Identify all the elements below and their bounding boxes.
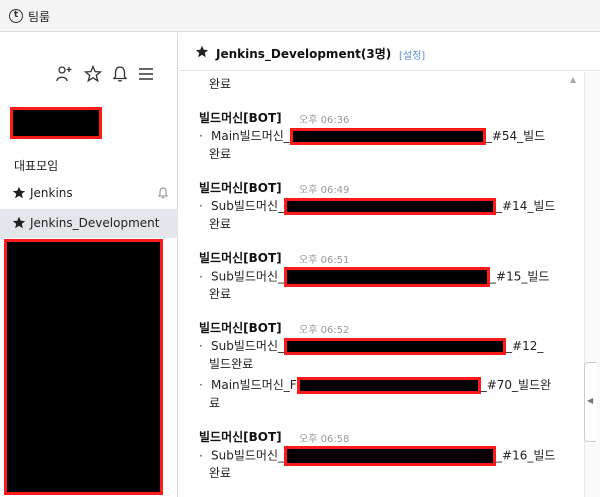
- message-time: 오후 06:49: [299, 185, 350, 196]
- message-fragment: 완료: [209, 77, 232, 91]
- message-list: 완료 빌드머신[BOT] 오후 06:36 · Main빌드머신_ _#54_빌드 …: [179, 72, 584, 497]
- sidebar: 대표모임 Jenkins Jenkins_Development: [0, 33, 178, 497]
- room-item-jenkins-development[interactable]: Jenkins_Development: [0, 209, 178, 238]
- message-line: 완료: [209, 287, 232, 301]
- message-line: · Main빌드머신_F _#70_빌드완: [199, 377, 552, 394]
- panel-collapse-handle[interactable]: ◀: [584, 362, 596, 442]
- app-title: 팀룸: [28, 10, 51, 24]
- message-line: 완료: [209, 217, 232, 231]
- message-line: · Main빌드머신_ _#54_빌드: [199, 128, 546, 145]
- title-bar: t 팀룸: [0, 0, 600, 32]
- scroll-up-arrow-icon[interactable]: ▲: [570, 75, 576, 84]
- menu-icon[interactable]: [137, 65, 155, 83]
- message-sender: 빌드머신[BOT]: [199, 251, 282, 265]
- message-line: · Sub빌드머신_ _#12_: [199, 338, 544, 355]
- message-sender: 빌드머신[BOT]: [199, 321, 282, 335]
- room-name: Jenkins: [30, 186, 73, 200]
- message-line: 완료: [209, 147, 232, 161]
- redacted-text: [284, 338, 507, 355]
- message-sender: 빌드머신[BOT]: [199, 181, 282, 195]
- message-line: 빌드완료: [209, 357, 254, 371]
- message-time: 오후 06:36: [299, 115, 350, 126]
- message-sender: 빌드머신[BOT]: [199, 111, 282, 125]
- chat-title: Jenkins_Development(3명): [216, 47, 392, 61]
- bell-muted-icon[interactable]: [157, 187, 169, 199]
- star-filled-icon: [12, 216, 26, 229]
- message-line: · Sub빌드머신_ _#14_빌드: [199, 198, 556, 215]
- chat-header: Jenkins_Development(3명) [설정]: [179, 33, 600, 71]
- redacted-text: [296, 377, 481, 394]
- redacted-room-list: [4, 239, 163, 495]
- room-item-jenkins[interactable]: Jenkins: [0, 179, 178, 208]
- message-time: 오후 06:52: [299, 325, 350, 336]
- redacted-text: [284, 446, 497, 466]
- star-filled-icon[interactable]: [195, 45, 209, 59]
- group-title: 대표모임: [14, 159, 59, 173]
- message-line: 료: [209, 396, 221, 410]
- star-filled-icon: [12, 186, 26, 199]
- message-time: 오후 06:51: [299, 255, 350, 266]
- redacted-text: [289, 128, 486, 145]
- redacted-profile: [10, 107, 102, 139]
- message-line: 완료: [209, 466, 232, 480]
- star-icon[interactable]: [84, 65, 102, 83]
- room-name: Jenkins_Development: [30, 216, 160, 230]
- t-circle-icon: t: [9, 9, 23, 23]
- message-time: 오후 06:58: [299, 434, 350, 445]
- chevron-left-icon: ◀: [587, 396, 594, 405]
- settings-link[interactable]: [설정]: [399, 47, 425, 62]
- redacted-text: [284, 198, 497, 215]
- message-line: · Sub빌드머신_ _#15_빌드: [199, 267, 549, 287]
- redacted-text: [284, 267, 491, 287]
- message-sender: 빌드머신[BOT]: [199, 430, 282, 444]
- add-user-icon[interactable]: [55, 65, 73, 83]
- message-line: · Sub빌드머신_ _#16_빌드: [199, 446, 555, 466]
- bell-icon[interactable]: [111, 65, 129, 83]
